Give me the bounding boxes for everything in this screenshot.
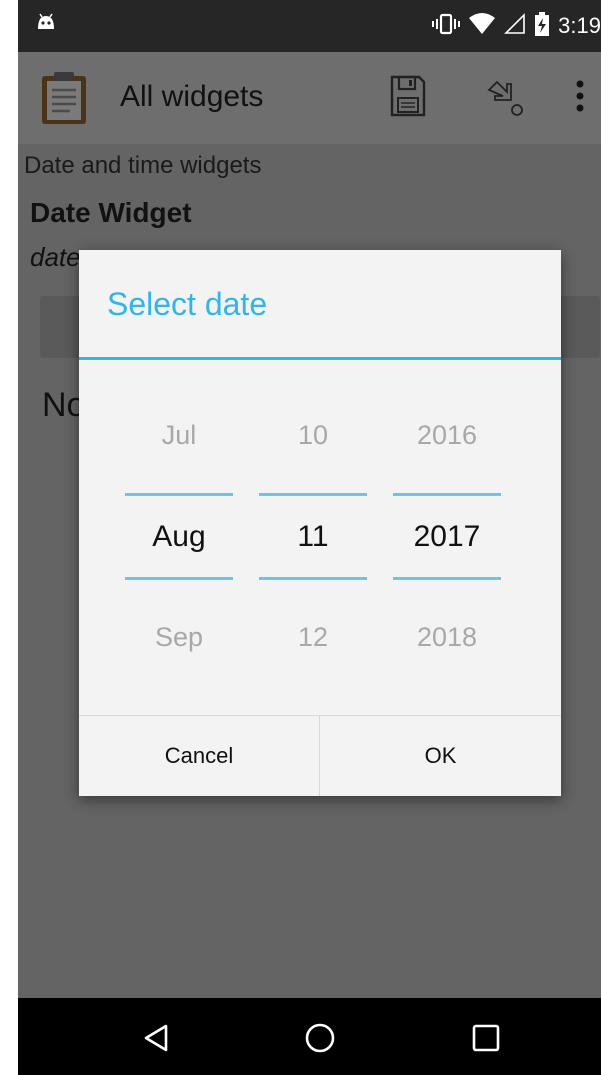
dialog-title-divider bbox=[79, 357, 561, 360]
save-icon[interactable] bbox=[389, 74, 427, 122]
navigation-bar bbox=[18, 998, 601, 1075]
question-hint: date bbox=[30, 242, 81, 272]
clipboard-icon bbox=[40, 70, 88, 130]
jump-icon[interactable] bbox=[485, 78, 525, 122]
day-prev[interactable]: 10 bbox=[259, 420, 367, 451]
ok-button[interactable]: OK bbox=[320, 716, 561, 796]
month-line-bottom bbox=[125, 577, 233, 580]
app-title: All widgets bbox=[120, 80, 264, 113]
vibrate-icon bbox=[432, 13, 461, 39]
phone-screen: 3:19 All widgets Date and time widgets D… bbox=[18, 0, 601, 1075]
year-line-top bbox=[393, 493, 501, 496]
dialog-title: Select date bbox=[107, 286, 268, 322]
month-current[interactable]: Aug bbox=[125, 520, 233, 554]
month-next[interactable]: Sep bbox=[125, 622, 233, 653]
wifi-icon bbox=[468, 13, 496, 39]
year-prev[interactable]: 2016 bbox=[393, 420, 501, 451]
android-icon bbox=[36, 12, 56, 34]
recents-icon[interactable] bbox=[466, 1018, 506, 1058]
more-vert-icon[interactable] bbox=[574, 78, 586, 122]
question-title: Date Widget bbox=[30, 197, 192, 228]
year-line-bottom bbox=[393, 577, 501, 580]
battery-charging-icon bbox=[534, 12, 550, 40]
app-bar: All widgets bbox=[18, 52, 601, 144]
status-time: 3:19 bbox=[558, 13, 601, 38]
cancel-button[interactable]: Cancel bbox=[79, 716, 319, 796]
back-icon[interactable] bbox=[136, 1018, 176, 1058]
year-next[interactable]: 2018 bbox=[393, 622, 501, 653]
month-line-top bbox=[125, 493, 233, 496]
day-line-bottom bbox=[259, 577, 367, 580]
home-icon[interactable] bbox=[300, 1018, 340, 1058]
group-label: Date and time widgets bbox=[24, 152, 262, 179]
day-line-top bbox=[259, 493, 367, 496]
day-next[interactable]: 12 bbox=[259, 622, 367, 653]
date-picker-dialog: Select date Jul Aug Sep 10 11 12 2016 20… bbox=[79, 250, 561, 796]
month-prev[interactable]: Jul bbox=[125, 420, 233, 451]
day-current[interactable]: 11 bbox=[259, 520, 367, 554]
year-current[interactable]: 2017 bbox=[393, 520, 501, 554]
signal-icon bbox=[504, 13, 526, 39]
status-bar: 3:19 bbox=[18, 0, 601, 52]
